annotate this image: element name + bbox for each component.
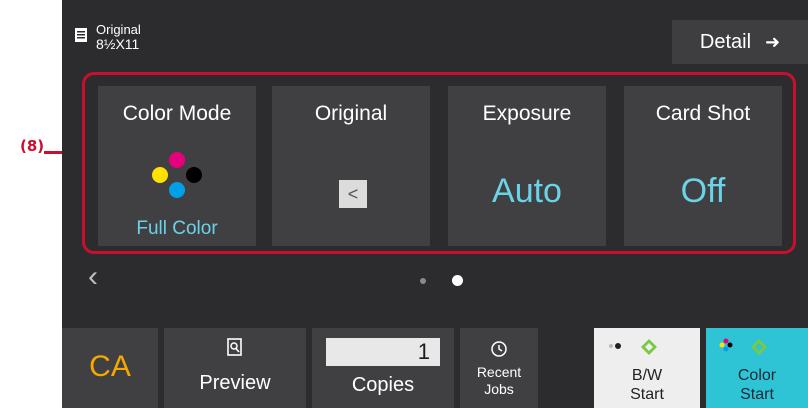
copies-label: Copies: [351, 374, 415, 396]
color-dots-icon: [150, 152, 204, 212]
original-label: Original: [96, 22, 141, 37]
card-title: Original: [314, 102, 388, 125]
original-card[interactable]: Original <: [272, 86, 430, 246]
color-start-button[interactable]: Color Start: [706, 328, 808, 408]
recent-jobs-button[interactable]: Recent Jobs: [460, 328, 538, 408]
card-value: Full Color: [136, 218, 218, 239]
prev-page-arrow-icon[interactable]: ‹: [88, 262, 98, 292]
recent-label-line1: Recent: [476, 364, 522, 380]
callout-label: (8): [20, 137, 45, 155]
page-indicator-dot: [420, 278, 426, 284]
color-mode-card[interactable]: Color Mode Full Color: [98, 86, 256, 246]
detail-button[interactable]: Detail ➜: [672, 20, 808, 64]
card-title: Card Shot: [655, 102, 751, 125]
color-label-line1: Color: [737, 367, 777, 384]
card-value: Off: [680, 172, 726, 210]
start-diamond-icon: [751, 339, 767, 355]
bw-label-line1: B/W: [631, 367, 663, 384]
original-size: 8½X11: [96, 36, 140, 52]
preview-button[interactable]: Preview: [164, 328, 306, 408]
preview-label: Preview: [199, 372, 271, 394]
card-value: Auto: [492, 172, 562, 210]
detail-label: Detail: [699, 30, 752, 53]
history-icon: [491, 341, 507, 357]
copies-button[interactable]: 1 Copies: [312, 328, 454, 408]
orientation-icon: <: [339, 180, 367, 208]
exposure-card[interactable]: Exposure Auto: [448, 86, 606, 246]
copies-count-field[interactable]: 1: [326, 338, 440, 366]
card-shot-card[interactable]: Card Shot Off: [624, 86, 782, 246]
page-indicator-dot-active: [452, 275, 463, 286]
document-icon: [75, 28, 87, 42]
card-title: Exposure: [482, 102, 572, 125]
recent-label-line2: Jobs: [484, 381, 514, 397]
ca-label: CA: [89, 350, 131, 383]
bw-dots-icon: [609, 343, 621, 349]
bw-start-button[interactable]: B/W Start: [594, 328, 700, 408]
original-info: Original 8½X11: [74, 22, 141, 52]
bw-label-line2: Start: [630, 386, 664, 403]
color-label-line2: Start: [740, 386, 774, 403]
start-diamond-icon: [641, 339, 657, 355]
preview-icon: [227, 338, 242, 356]
clear-all-button[interactable]: CA: [62, 328, 158, 408]
color-dots-small-icon: [719, 338, 733, 352]
arrow-right-icon: ➜: [765, 31, 781, 52]
card-title: Color Mode: [122, 102, 232, 125]
copier-screen: Original 8½X11 Detail ➜ Color Mode Full …: [62, 0, 808, 408]
